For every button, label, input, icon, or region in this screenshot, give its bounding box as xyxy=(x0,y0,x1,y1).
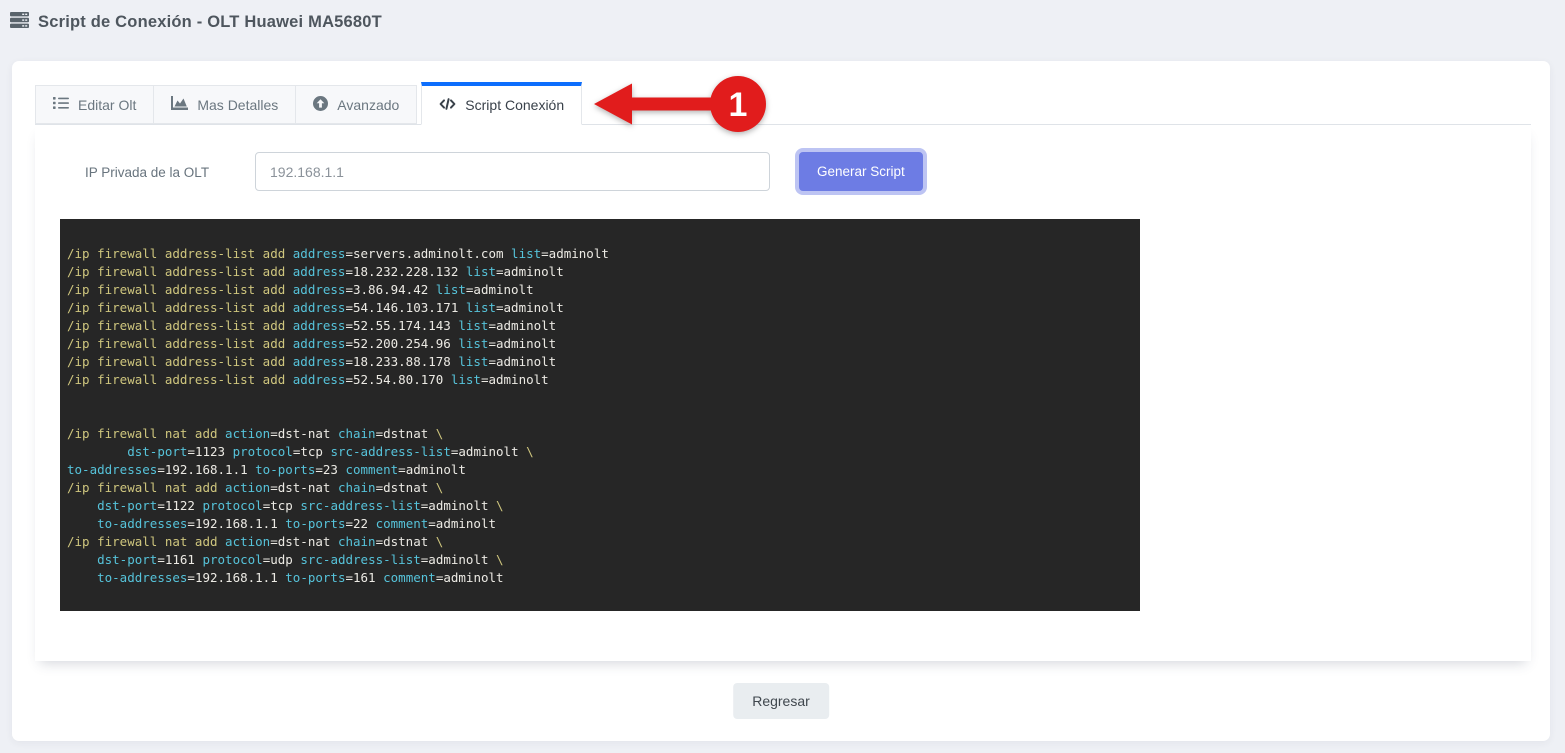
list-icon xyxy=(53,96,69,113)
tab-label: Avanzado xyxy=(337,96,400,113)
server-icon xyxy=(10,11,29,34)
tab-label: Script Conexión xyxy=(465,97,565,113)
tab-mas-detalles[interactable]: Mas Detalles xyxy=(153,85,297,124)
code-icon xyxy=(439,97,456,114)
annotation-arrow: 1 xyxy=(594,76,766,132)
code-block: /ip firewall address-list add address=se… xyxy=(60,219,1140,611)
ip-privada-input[interactable] xyxy=(255,152,770,191)
tab-editar-olt[interactable]: Editar Olt xyxy=(35,85,155,124)
chart-area-icon xyxy=(171,96,189,113)
ip-privada-label: IP Privada de la OLT xyxy=(85,164,210,180)
arrow-circle-up-icon xyxy=(313,95,329,114)
generar-script-button[interactable]: Generar Script xyxy=(799,152,923,191)
step-number: 1 xyxy=(729,86,748,124)
tab-label: Mas Detalles xyxy=(197,96,279,113)
page-title: Script de Conexión - OLT Huawei MA5680T xyxy=(38,13,382,31)
tab-avanzado[interactable]: Avanzado xyxy=(295,85,418,124)
tab-label: Editar Olt xyxy=(78,96,137,113)
page-header: Script de Conexión - OLT Huawei MA5680T xyxy=(10,11,382,34)
script-conexion-panel: IP Privada de la OLT Generar Script /ip … xyxy=(35,125,1531,661)
regresar-button[interactable]: Regresar xyxy=(733,683,829,719)
main-card: Editar Olt Mas Detalles Avanzado Script … xyxy=(12,61,1550,741)
tab-script-conexion[interactable]: Script Conexión xyxy=(421,82,583,125)
